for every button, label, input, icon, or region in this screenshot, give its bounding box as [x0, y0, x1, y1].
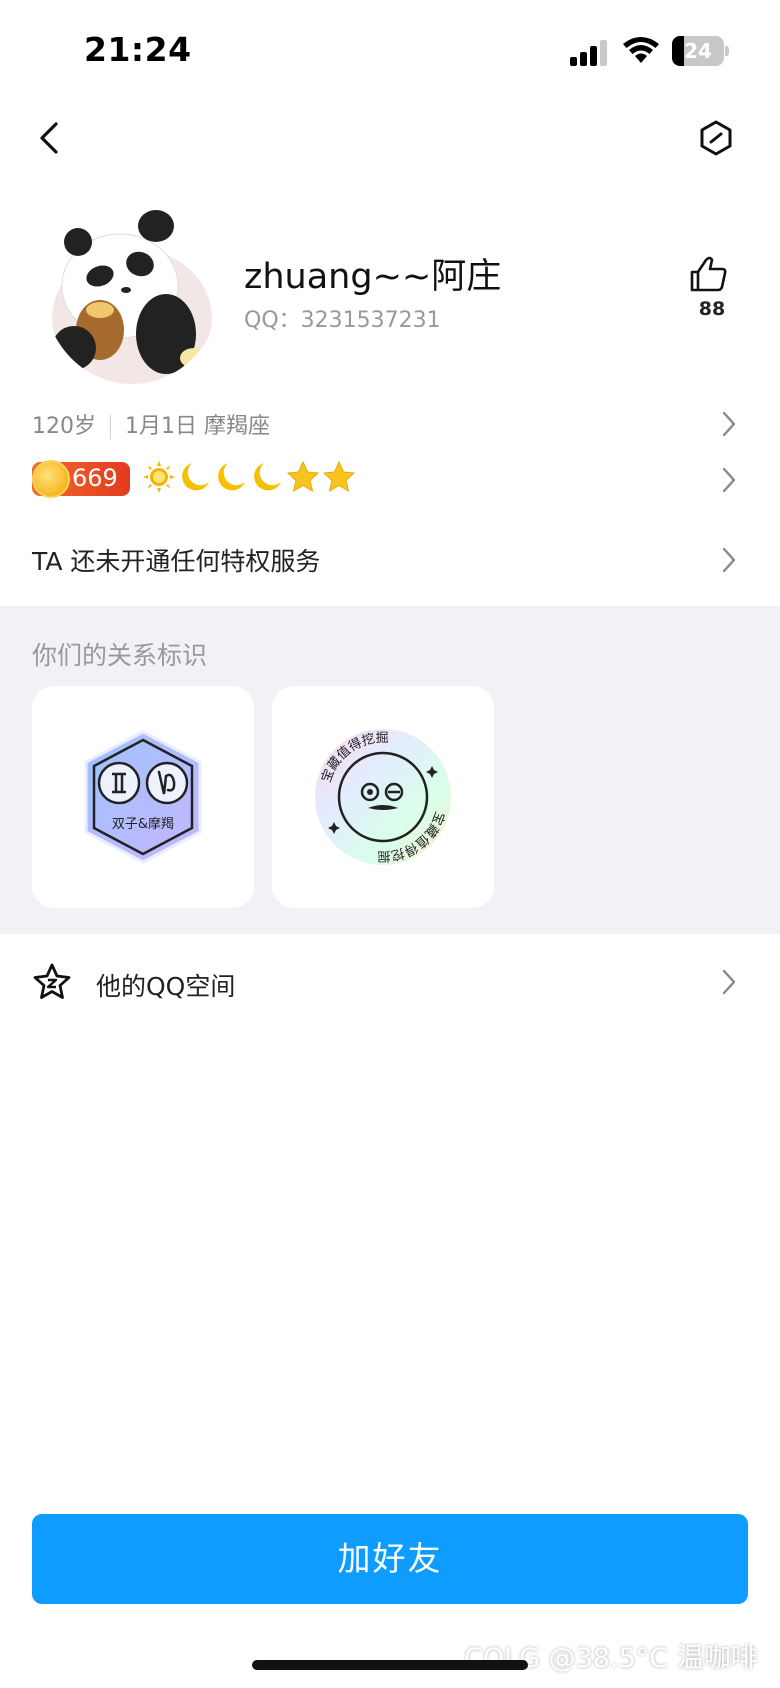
like-count: 88 [698, 298, 726, 320]
level-value: 669 [72, 464, 118, 492]
moon-icon [254, 463, 281, 491]
avatar[interactable] [44, 198, 220, 384]
star-icon [286, 460, 320, 493]
zodiac-text: 摩羯座 [204, 414, 271, 439]
chevron-right-icon [722, 411, 736, 437]
star-icon [322, 460, 356, 493]
status-bar: 21:24 24 [0, 0, 780, 100]
age-text: 120岁 [32, 414, 96, 439]
home-indicator[interactable] [252, 1660, 528, 1670]
wifi-icon [623, 37, 659, 63]
basic-info-row[interactable]: 120岁 1月1日 摩羯座 [0, 404, 780, 444]
like-button[interactable]: 88 [688, 254, 736, 326]
qzone-star-icon [33, 963, 71, 999]
zodiac-pair-badge-label: 双子&摩羯 [112, 816, 174, 832]
chevron-right-icon [722, 547, 736, 573]
treasure-dig-badge-card[interactable]: 宝藏值得挖掘 宝藏值得挖掘 [272, 686, 494, 908]
back-chevron-icon[interactable] [30, 116, 70, 160]
add-friend-button[interactable]: 加好友 [32, 1514, 748, 1604]
sun-icon [143, 461, 175, 493]
moon-icon [218, 463, 245, 491]
battery-level-text: 24 [684, 39, 712, 63]
zodiac-pair-badge-card[interactable]: 双子&摩羯 [32, 686, 254, 908]
nickname: zhuang~~阿庄 [244, 257, 502, 297]
chevron-right-icon [722, 969, 736, 995]
birthday-text: 1月1日 [125, 414, 197, 439]
status-time: 21:24 [84, 30, 192, 69]
settings-hexagon-icon[interactable] [696, 116, 736, 160]
chevron-right-icon [722, 467, 736, 493]
privilege-text: TA 还未开通任何特权服务 [32, 547, 321, 576]
zodiac-pair-badge-icon: 双子&摩羯 [84, 730, 202, 864]
qzone-label: 他的QQ空间 [96, 972, 236, 1001]
thumbs-up-icon [690, 256, 727, 292]
qq-level-badge: 669 [32, 460, 130, 498]
relation-section: 你们的关系标识 双子&摩羯 宝藏值得挖掘 宝藏值得挖掘 [0, 606, 780, 934]
qq-number: QQ：3231537231 [244, 308, 441, 333]
level-coin-icon [32, 460, 70, 498]
battery-icon: 24 [672, 36, 729, 66]
relation-title: 你们的关系标识 [32, 641, 208, 670]
level-icons [142, 460, 356, 500]
treasure-dig-badge-icon: 宝藏值得挖掘 宝藏值得挖掘 [315, 729, 451, 865]
moon-icon [182, 463, 209, 491]
cellular-signal-icon [570, 40, 607, 66]
